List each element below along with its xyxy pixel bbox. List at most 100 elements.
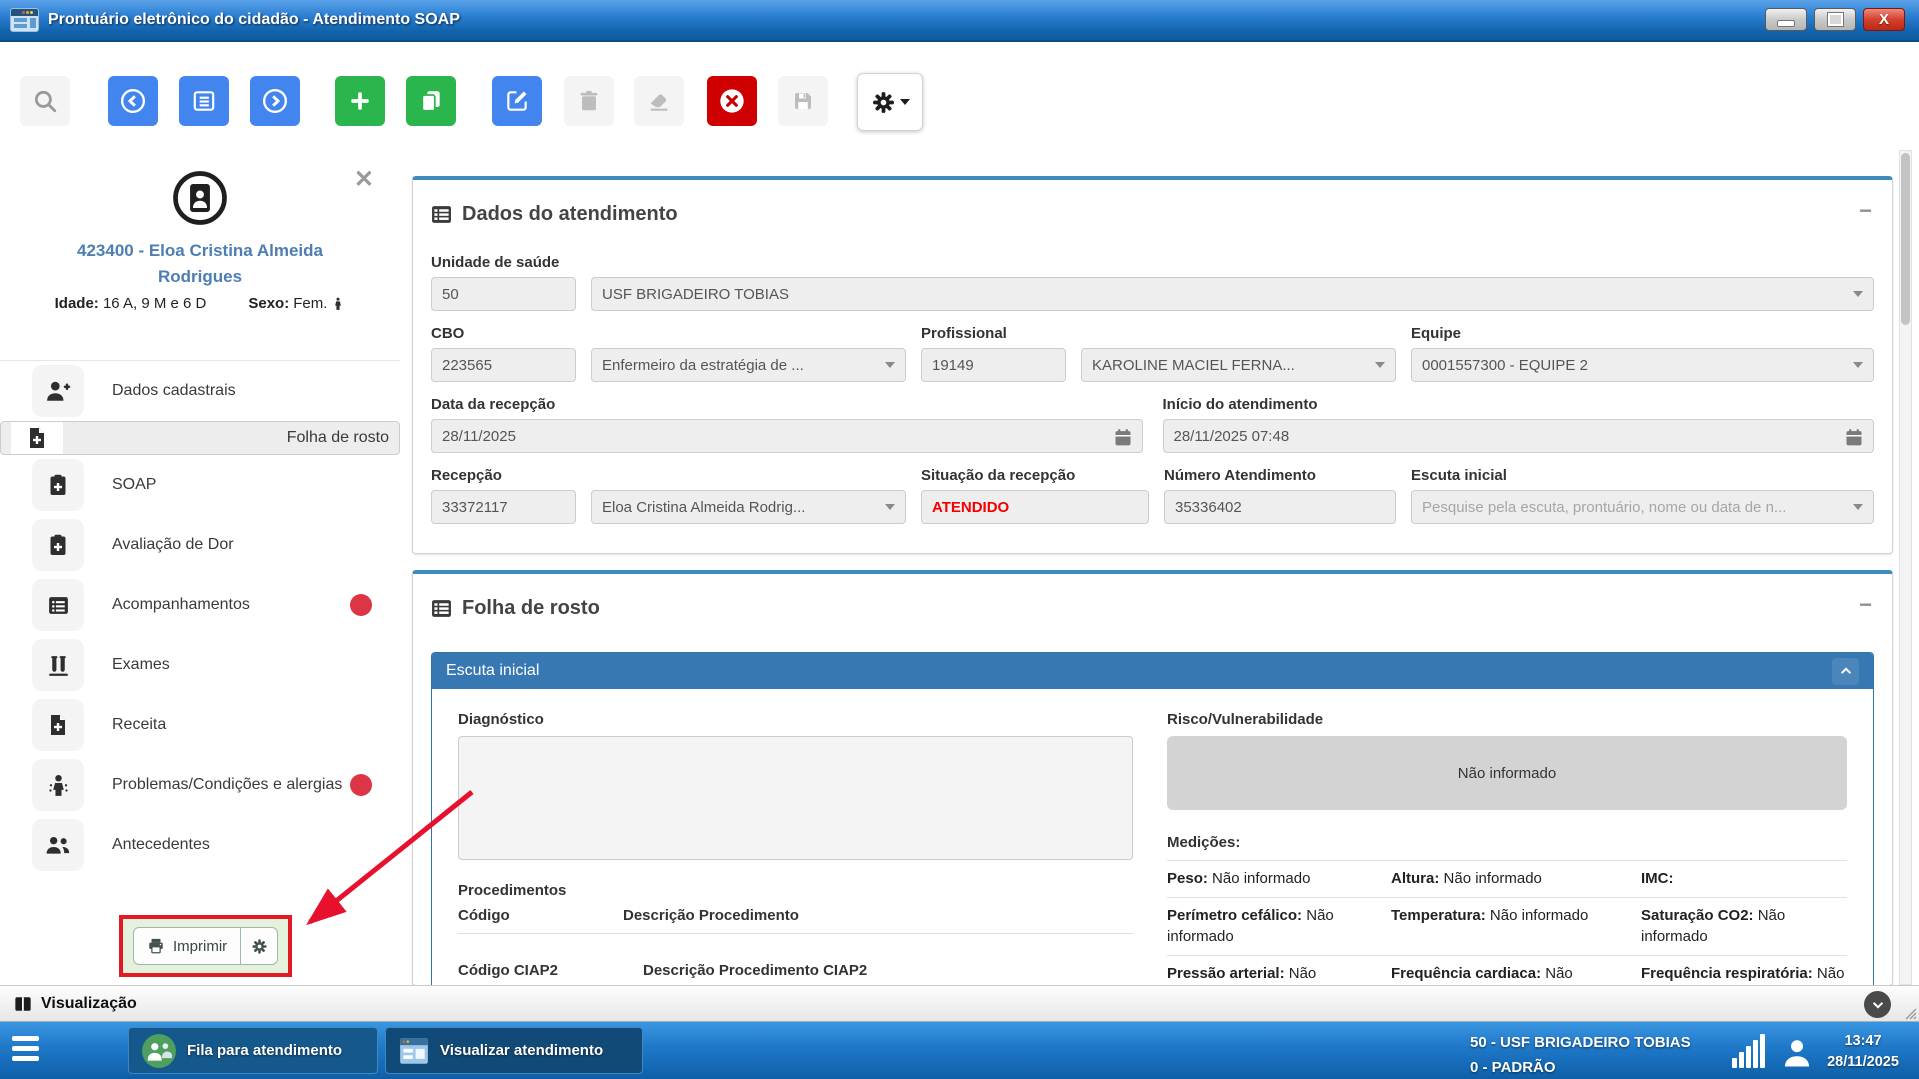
patient-sidebar: ✕ 423400 - Eloa Cristina Almeida Rodrigu…	[0, 142, 400, 985]
unit-name: 50 - USF BRIGADEIRO TOBIAS	[1470, 1030, 1691, 1055]
unidade-select[interactable]: USF BRIGADEIRO TOBIAS	[591, 277, 1874, 311]
sidebar-item-dados-cadastrais[interactable]: Dados cadastrais	[0, 361, 400, 421]
collapse-icon[interactable]: −	[1859, 592, 1872, 618]
vertical-scrollbar[interactable]	[1899, 150, 1912, 985]
search-icon	[32, 88, 58, 114]
delete-button[interactable]	[564, 76, 614, 126]
collapse-icon[interactable]: −	[1859, 198, 1872, 224]
risco-value: Não informado	[1167, 736, 1847, 810]
sidebar-item-folha-de-rosto[interactable]: Folha de rosto	[0, 421, 400, 455]
clear-button[interactable]	[634, 76, 684, 126]
file-medical-icon	[46, 713, 70, 737]
panel-title: Folha de rosto	[462, 594, 600, 622]
edit-button[interactable]	[492, 76, 542, 126]
sidebar-item-soap[interactable]: SOAP	[0, 455, 400, 515]
recepcao-select[interactable]: Eloa Cristina Almeida Rodrig...	[591, 490, 906, 524]
close-patient-icon[interactable]: ✕	[354, 170, 374, 190]
cancel-button[interactable]	[707, 76, 757, 126]
visualizacao-bar: Visualização	[0, 985, 1919, 1022]
chevron-down-icon	[1853, 291, 1863, 297]
cbo-select[interactable]: Enfermeiro da estratégia de ...	[591, 348, 906, 382]
person-icon	[331, 297, 345, 311]
users-icon	[45, 832, 71, 858]
copy-button[interactable]	[406, 76, 456, 126]
close-icon: X	[1879, 11, 1889, 28]
menu-button[interactable]	[12, 1036, 39, 1061]
numero-atendimento-input[interactable]: 35336402	[1164, 490, 1396, 524]
expand-preview-button[interactable]	[1864, 991, 1891, 1018]
search-button[interactable]	[20, 76, 70, 126]
person-allergy-icon	[46, 773, 71, 798]
profissional-code-input[interactable]: 19149	[921, 348, 1066, 382]
list-icon	[191, 88, 217, 114]
medicoes-row: Perímetro cefálico: Não informado Temper…	[1167, 898, 1847, 956]
sidebar-item-exames[interactable]: Exames	[0, 635, 400, 695]
medicoes-row: Pressão arterial: Não informado Frequênc…	[1167, 956, 1847, 986]
resize-grip[interactable]	[1903, 1006, 1917, 1020]
settings-dropdown-button[interactable]	[857, 73, 923, 131]
sidebar-item-avaliacao-de-dor[interactable]: Avaliação de Dor	[0, 515, 400, 575]
save-button[interactable]	[778, 76, 828, 126]
escuta-inicial-section: Escuta inicial Diagnóstico Procedimentos…	[431, 652, 1874, 986]
list-records-button[interactable]	[179, 76, 229, 126]
collapse-section-button[interactable]	[1832, 658, 1859, 685]
chevron-down-icon	[885, 504, 895, 510]
restore-button[interactable]	[1814, 8, 1856, 31]
field-label: CBO	[431, 325, 906, 342]
main-toolbar	[0, 42, 1919, 142]
escuta-inicial-select[interactable]: Pesquise pela escuta, prontuário, nome o…	[1411, 490, 1874, 524]
gear-icon	[871, 90, 896, 115]
field-label: Equipe	[1411, 325, 1874, 342]
print-button[interactable]: Imprimir	[134, 928, 240, 964]
recepcao-code-input[interactable]: 33372117	[431, 490, 576, 524]
ciap2-table-header: Código CIAP2Descrição Procedimento CIAP2	[458, 962, 1133, 986]
person-plus-icon	[45, 378, 71, 404]
gear-icon	[251, 938, 268, 955]
alert-badge	[350, 594, 372, 616]
next-button[interactable]	[250, 76, 300, 126]
save-icon	[791, 89, 815, 113]
current-unit-info: 50 - USF BRIGADEIRO TOBIAS 0 - PADRÃO	[1470, 1030, 1691, 1079]
add-button[interactable]	[335, 76, 385, 126]
signal-bars-icon	[1732, 1034, 1765, 1068]
cbo-code-input[interactable]: 223565	[431, 348, 576, 382]
window-icon	[398, 1035, 430, 1067]
user-icon[interactable]	[1780, 1036, 1814, 1070]
medicoes-row: Peso: Não informado Altura: Não informad…	[1167, 861, 1847, 898]
dados-atendimento-panel: Dados do atendimento − Unidade de saúde …	[412, 176, 1893, 554]
taskbar-item-visualizar-atendimento[interactable]: Visualizar atendimento	[385, 1027, 643, 1074]
sidebar-item-receita[interactable]: Receita	[0, 695, 400, 755]
print-options-button[interactable]	[241, 928, 277, 964]
scrollbar-thumb[interactable]	[1901, 153, 1910, 325]
profissional-select[interactable]: KAROLINE MACIEL FERNA...	[1081, 348, 1396, 382]
unidade-code-input[interactable]: 50	[431, 277, 576, 311]
sidebar-item-antecedentes[interactable]: Antecedentes	[0, 815, 400, 875]
previous-button[interactable]	[108, 76, 158, 126]
taskbar-item-fila-para-atendimento[interactable]: Fila para atendimento	[128, 1027, 378, 1074]
situacao-recepcao-input[interactable]: ATENDIDO	[921, 490, 1149, 524]
patient-sex: Sexo: Fem.	[248, 295, 345, 312]
inicio-atendimento-input[interactable]: 28/11/2025 07:48	[1163, 419, 1875, 453]
taskbar: Fila para atendimento Visualizar atendim…	[0, 1022, 1919, 1079]
field-label: Recepção	[431, 467, 906, 484]
patient-name-link[interactable]: 423400 - Eloa Cristina Almeida Rodrigues	[40, 238, 360, 289]
panel-title: Dados do atendimento	[462, 200, 678, 228]
data-recepcao-input[interactable]: 28/11/2025	[431, 419, 1143, 453]
queue-people-icon	[141, 1033, 177, 1069]
restore-icon	[1828, 13, 1843, 26]
field-label: Início do atendimento	[1163, 396, 1875, 413]
diagnostico-box	[458, 736, 1133, 860]
medicoes-label: Medições:	[1167, 834, 1847, 861]
calendar-icon	[1844, 427, 1864, 447]
status-badge: ATENDIDO	[932, 499, 1009, 516]
table-icon	[431, 598, 452, 619]
equipe-select[interactable]: 0001557300 - EQUIPE 2	[1411, 348, 1874, 382]
sidebar-item-problemas-condicoes-alergias[interactable]: Problemas/Condições e alergias	[0, 755, 400, 815]
minimize-button[interactable]	[1765, 8, 1807, 31]
clipboard-medical-icon	[46, 533, 70, 557]
calendar-icon	[1113, 427, 1133, 447]
close-button[interactable]: X	[1863, 8, 1905, 31]
sidebar-item-acompanhamentos[interactable]: Acompanhamentos	[0, 575, 400, 635]
alert-badge	[350, 774, 372, 796]
patient-age: Idade: 16 A, 9 M e 6 D	[55, 295, 207, 312]
